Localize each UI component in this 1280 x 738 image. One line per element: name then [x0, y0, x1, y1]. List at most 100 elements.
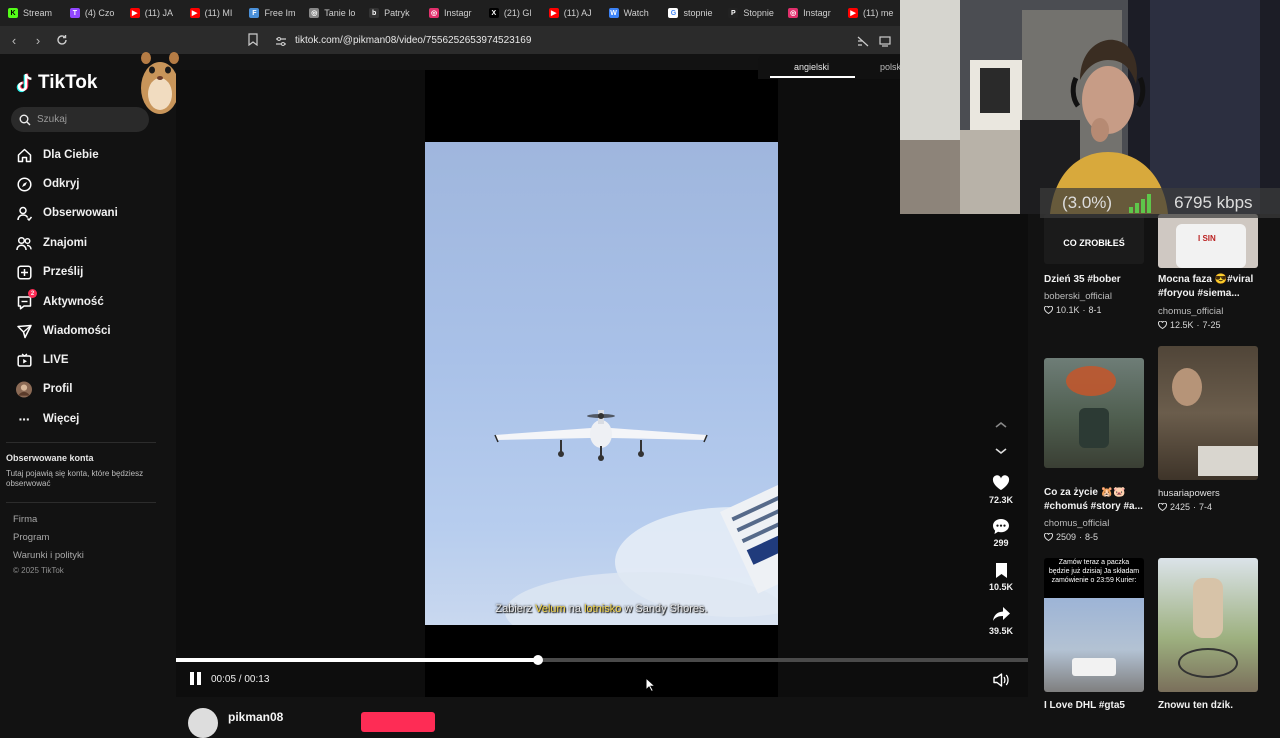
browser-tab[interactable]: Gstopnie: [660, 0, 720, 26]
browser-tab[interactable]: ▶ (11) MI: [182, 0, 242, 26]
browser-tab[interactable]: ▶ (11) AJ: [541, 0, 601, 26]
instagram-icon: ◎: [788, 8, 799, 18]
recommendation-author[interactable]: chomus_official: [1044, 518, 1109, 529]
save-count: 10.5K: [988, 582, 1014, 592]
video-frame[interactable]: Zabierz Velum na lotnisko w Sandy Shores…: [425, 142, 778, 625]
share-button[interactable]: 39.5K: [981, 605, 1021, 636]
sidebar-item-profile[interactable]: Profil: [16, 381, 72, 397]
heart-icon: [981, 474, 1021, 492]
more-icon: ···: [18, 411, 31, 427]
p-icon: P: [728, 8, 739, 18]
x-icon: X: [488, 8, 499, 18]
browser-tab[interactable]: P Stopnie: [720, 0, 780, 26]
video-thumbnail[interactable]: I SIN: [1158, 214, 1258, 268]
sidebar-item-friends[interactable]: Znajomi: [16, 235, 87, 251]
footer-link-program[interactable]: Program: [13, 532, 49, 543]
reload-icon[interactable]: [52, 30, 72, 50]
chevron-up-icon[interactable]: [994, 420, 1008, 430]
save-button[interactable]: 10.5K: [981, 561, 1021, 592]
thumbnail-caption: CO ZROBIŁEŚ: [1063, 238, 1125, 248]
browser-tab[interactable]: W Watch: [601, 0, 661, 26]
browser-tab[interactable]: ▶ (11) JA: [122, 0, 182, 26]
url-field[interactable]: tiktok.com/@pikman08/video/7556252653974…: [295, 30, 945, 50]
stream-stats-bar: (3.0%) 6795 kbps: [1040, 188, 1280, 218]
follow-button[interactable]: [361, 712, 435, 732]
pause-button[interactable]: [190, 672, 204, 686]
browser-tab-label: (11) MI: [204, 8, 233, 18]
recommendation-author[interactable]: chomus_official: [1158, 306, 1223, 317]
progress-handle[interactable]: [533, 655, 543, 665]
thumbnail-caption: I SIN: [1198, 234, 1216, 243]
chevron-down-icon[interactable]: [994, 446, 1008, 456]
browser-tab-label: Stream: [23, 8, 53, 18]
language-tab-polish[interactable]: polsk: [880, 62, 901, 72]
instagram-icon: ◎: [429, 8, 440, 18]
browser-tab-label: Instagr: [803, 8, 831, 18]
browser-tab[interactable]: b Patryk: [361, 0, 421, 26]
copyright: © 2025 TikTok: [13, 566, 64, 575]
video-thumbnail[interactable]: [1044, 358, 1144, 468]
like-count: 72.3K: [988, 495, 1014, 505]
footer-link-terms[interactable]: Warunki i polityki: [13, 550, 84, 561]
sidebar-item-label: Więcej: [43, 413, 80, 425]
recommendation-title[interactable]: Mocna faza 😎#viral #foryou #siema...: [1158, 273, 1270, 301]
messages-icon: [16, 323, 32, 339]
video-thumbnail[interactable]: [1158, 346, 1258, 480]
browser-tab[interactable]: ◎ Instagr: [780, 0, 840, 26]
search-input[interactable]: Szukaj: [11, 107, 149, 132]
browser-tab[interactable]: F Free Im: [241, 0, 301, 26]
sidebar-item-label: LIVE: [43, 354, 69, 366]
following-icon: [16, 205, 32, 221]
sidebar-item-activity[interactable]: 2 Aktywność: [16, 289, 104, 310]
video-thumbnail[interactable]: CO ZROBIŁEŚ: [1044, 214, 1144, 264]
airplane-scene: [494, 410, 778, 625]
search-placeholder: Szukaj: [37, 114, 68, 125]
active-language-indicator: [770, 76, 855, 78]
sidebar-item-discover[interactable]: Odkryj: [16, 176, 79, 192]
sidebar-item-label: Znajomi: [43, 237, 88, 249]
video-thumbnail[interactable]: Zamów teraz a paczka będzie już dzisiaj …: [1044, 558, 1144, 692]
footer-link-company[interactable]: Firma: [13, 514, 37, 525]
playback-time: 00:05 / 00:13: [211, 674, 270, 685]
forward-icon[interactable]: ›: [28, 30, 48, 50]
recommendation-author[interactable]: husariapowers: [1158, 488, 1220, 499]
site-settings-icon[interactable]: [275, 34, 287, 52]
volume-icon[interactable]: [992, 672, 1010, 688]
sidebar-item-upload[interactable]: Prześlij: [16, 264, 83, 280]
tiktok-logo[interactable]: TikTok: [16, 72, 97, 94]
browser-tab[interactable]: ◎ Instagr: [421, 0, 481, 26]
browser-tab[interactable]: K Stream: [0, 0, 62, 26]
like-button[interactable]: 72.3K: [981, 474, 1021, 505]
thumbnail-caption: Zamów teraz a paczka będzie już dzisiaj …: [1048, 559, 1140, 584]
language-tab-english[interactable]: angielski: [794, 62, 829, 72]
comment-button[interactable]: 299: [981, 517, 1021, 548]
bookmark-icon[interactable]: [248, 33, 258, 51]
activity-icon: 2: [16, 289, 37, 310]
author-name[interactable]: pikman08: [228, 710, 283, 724]
browser-tab[interactable]: ▶ (11) me: [840, 0, 900, 26]
browser-tab-label: (4) Czo: [84, 8, 115, 18]
reader-mode-icon[interactable]: [857, 34, 869, 52]
recommendation-author[interactable]: boberski_official: [1044, 291, 1112, 302]
recommendation-title[interactable]: Znowu ten dzik.: [1158, 699, 1270, 713]
webcam-overlay: [900, 0, 1280, 214]
sidebar-item-following[interactable]: Obserwowani: [16, 205, 118, 221]
recommendation-title[interactable]: Co za życie 🐹🐷 #chomuś #story #a...: [1044, 486, 1156, 514]
image-icon: F: [249, 8, 260, 18]
sidebar-item-live[interactable]: LIVE: [16, 352, 69, 368]
twitch-icon: T: [69, 8, 80, 18]
followed-accounts-title: Obserwowane konta: [6, 453, 94, 463]
sidebar-item-messages[interactable]: Wiadomości: [16, 323, 111, 339]
sidebar-item-more[interactable]: ··· Więcej: [16, 411, 80, 427]
browser-tab[interactable]: X (21) Gl: [481, 0, 541, 26]
recommendation-title[interactable]: Dzień 35 #bober: [1044, 273, 1156, 287]
video-thumbnail[interactable]: [1158, 558, 1258, 692]
cast-icon[interactable]: [879, 34, 891, 52]
back-icon[interactable]: ‹: [4, 30, 24, 50]
browser-tab[interactable]: T (4) Czo: [62, 0, 122, 26]
followed-accounts-hint: Tutaj pojawią się konta, które będziesz …: [6, 469, 144, 488]
sidebar-item-for-you[interactable]: Dla Ciebie: [16, 147, 99, 163]
author-avatar[interactable]: [188, 708, 218, 738]
browser-tab[interactable]: ◎ Tanie lo: [301, 0, 361, 26]
recommendation-title[interactable]: I Love DHL #gta5: [1044, 699, 1156, 713]
